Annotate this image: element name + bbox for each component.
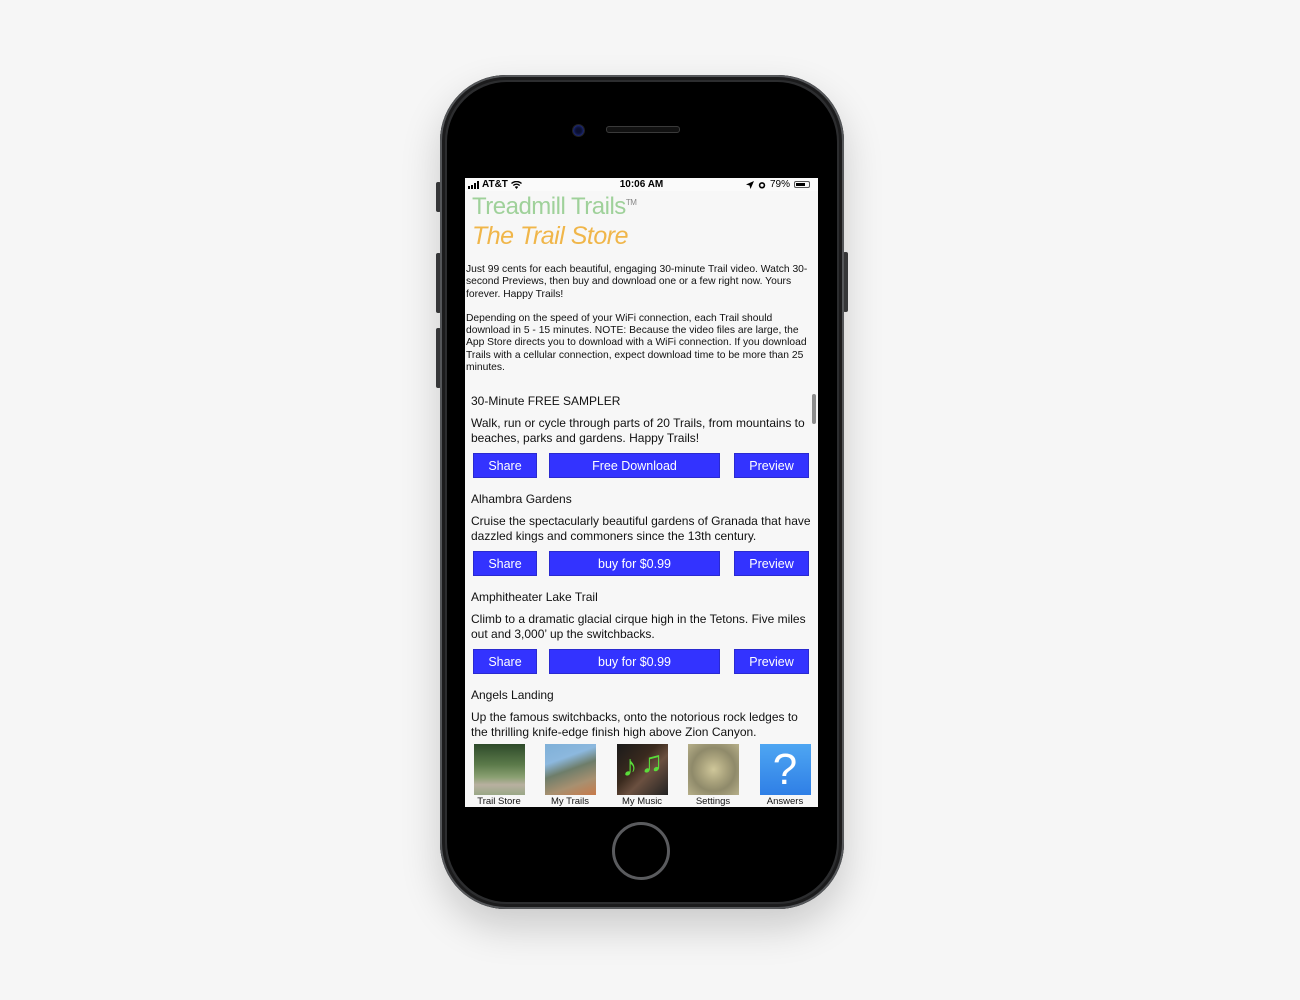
trail-name: 30-Minute FREE SAMPLER xyxy=(471,394,621,408)
app-name-text: Treadmill Trails xyxy=(472,193,626,220)
buy-button[interactable]: buy for $0.99 xyxy=(549,551,720,576)
trail-list-item: 30-Minute FREE SAMPLER Walk, run or cycl… xyxy=(471,394,811,478)
trail-description: Up the famous switchbacks, onto the noto… xyxy=(471,710,798,739)
share-button[interactable]: Share xyxy=(473,551,537,576)
alarm-icon xyxy=(758,181,766,188)
trail-description: Cruise the spectacularly beautiful garde… xyxy=(471,514,811,543)
buy-button[interactable]: buy for $0.99 xyxy=(549,649,720,674)
trail-list-item: Amphitheater Lake Trail Climb to a drama… xyxy=(471,590,811,674)
share-button[interactable]: Share xyxy=(473,649,537,674)
status-bar: AT&T 10:06 AM 79% xyxy=(465,178,818,191)
intro-text: Just 99 cents for each beautiful, engagi… xyxy=(466,264,818,386)
tab-settings[interactable]: Settings xyxy=(686,744,740,807)
tab-label: Settings xyxy=(695,796,731,807)
coastal-cliff-icon xyxy=(544,744,596,795)
intro-paragraph-pricing: Just 99 cents for each beautiful, engagi… xyxy=(466,264,808,300)
trail-actions: Share buy for $0.99 Preview xyxy=(473,649,809,674)
question-mark-icon: ? xyxy=(759,744,811,795)
battery-icon xyxy=(794,181,810,188)
location-icon xyxy=(745,180,754,189)
free-download-button[interactable]: Free Download xyxy=(549,453,720,478)
battery-level xyxy=(796,183,806,186)
tab-label: Trail Store xyxy=(477,796,521,807)
trail-name: Alhambra Gardens xyxy=(471,492,572,506)
trail-list-item: Alhambra Gardens Cruise the spectacularl… xyxy=(471,492,811,576)
trail-name: Amphitheater Lake Trail xyxy=(471,590,598,604)
tab-bar: Trail Store My Trails ♪ ♫ My Music Setti… xyxy=(465,740,818,807)
home-button[interactable] xyxy=(612,822,670,880)
tab-label: My Trails xyxy=(551,796,589,807)
trail-description: Climb to a dramatic glacial cirque high … xyxy=(471,612,806,641)
trail-list-item: Angels Landing Up the famous switchbacks… xyxy=(471,688,811,739)
tab-label: My Music xyxy=(621,796,663,807)
tab-label: Answers xyxy=(766,796,804,807)
scrollbar-thumb[interactable] xyxy=(812,394,816,424)
earpiece-speaker xyxy=(606,126,680,133)
forest-path-icon xyxy=(473,744,525,795)
trail-name: Angels Landing xyxy=(471,688,554,702)
trademark-mark: TM xyxy=(625,198,637,207)
gears-icon xyxy=(687,744,739,795)
music-notes-icon: ♪ ♫ xyxy=(616,744,668,795)
app-screen: AT&T 10:06 AM 79% Treadmill TrailsTM The… xyxy=(465,178,818,807)
tab-my-trails[interactable]: My Trails xyxy=(543,744,597,807)
tab-answers[interactable]: ? Answers xyxy=(758,744,812,807)
front-camera-icon xyxy=(572,124,585,137)
preview-button[interactable]: Preview xyxy=(734,453,809,478)
trail-description: Walk, run or cycle through parts of 20 T… xyxy=(471,416,805,445)
share-button[interactable]: Share xyxy=(473,453,537,478)
music-note-glyph: ♪ xyxy=(622,750,638,783)
battery-percent: 79% xyxy=(769,179,790,190)
page-title: The Trail Store xyxy=(472,222,628,250)
tab-my-music[interactable]: ♪ ♫ My Music xyxy=(615,744,669,807)
music-note-glyph: ♫ xyxy=(640,746,664,779)
preview-button[interactable]: Preview xyxy=(734,551,809,576)
tab-trail-store[interactable]: Trail Store xyxy=(472,744,526,807)
trail-actions: Share buy for $0.99 Preview xyxy=(473,551,809,576)
app-name: Treadmill TrailsTM xyxy=(472,193,637,221)
status-right: 79% xyxy=(745,179,810,190)
trail-actions: Share Free Download Preview xyxy=(473,453,809,478)
preview-button[interactable]: Preview xyxy=(734,649,809,674)
intro-paragraph-download-note: Depending on the speed of your WiFi conn… xyxy=(466,312,807,374)
